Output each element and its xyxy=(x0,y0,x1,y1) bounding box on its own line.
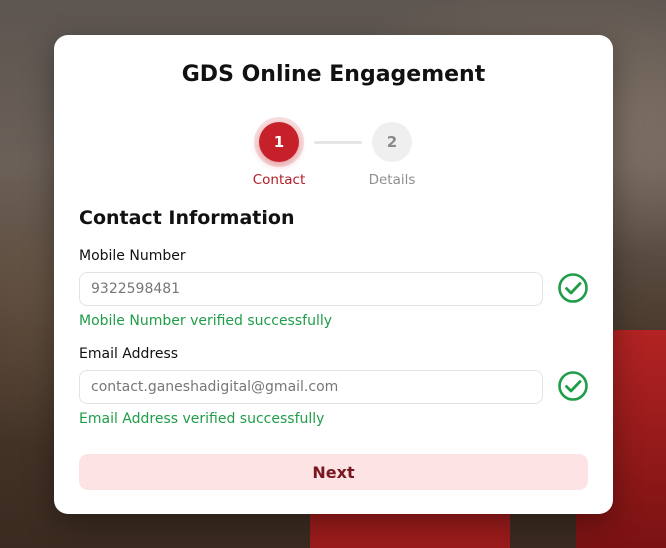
background-red-structure xyxy=(310,508,510,548)
step-2-indicator: 2 xyxy=(372,122,412,162)
check-circle-icon xyxy=(558,371,588,401)
step-1-indicator: 1 xyxy=(259,122,299,162)
step-1-number: 1 xyxy=(273,133,285,151)
step-connector xyxy=(314,141,362,144)
engagement-card: GDS Online Engagement 1 2 Contact Detail… xyxy=(54,35,613,514)
next-button[interactable]: Next xyxy=(79,454,588,490)
email-success-message: Email Address verified successfully xyxy=(79,411,325,427)
step-1-label: Contact xyxy=(252,172,306,188)
email-address-label: Email Address xyxy=(79,346,179,362)
step-2-label: Details xyxy=(368,172,416,188)
page-title: GDS Online Engagement xyxy=(181,62,486,87)
check-circle-icon xyxy=(558,273,588,303)
email-address-input[interactable] xyxy=(79,370,543,404)
mobile-success-message: Mobile Number verified successfully xyxy=(79,313,333,329)
mobile-number-input[interactable] xyxy=(79,272,543,306)
mobile-number-label: Mobile Number xyxy=(79,248,186,264)
step-2-number: 2 xyxy=(386,133,398,151)
section-title: Contact Information xyxy=(79,207,295,229)
